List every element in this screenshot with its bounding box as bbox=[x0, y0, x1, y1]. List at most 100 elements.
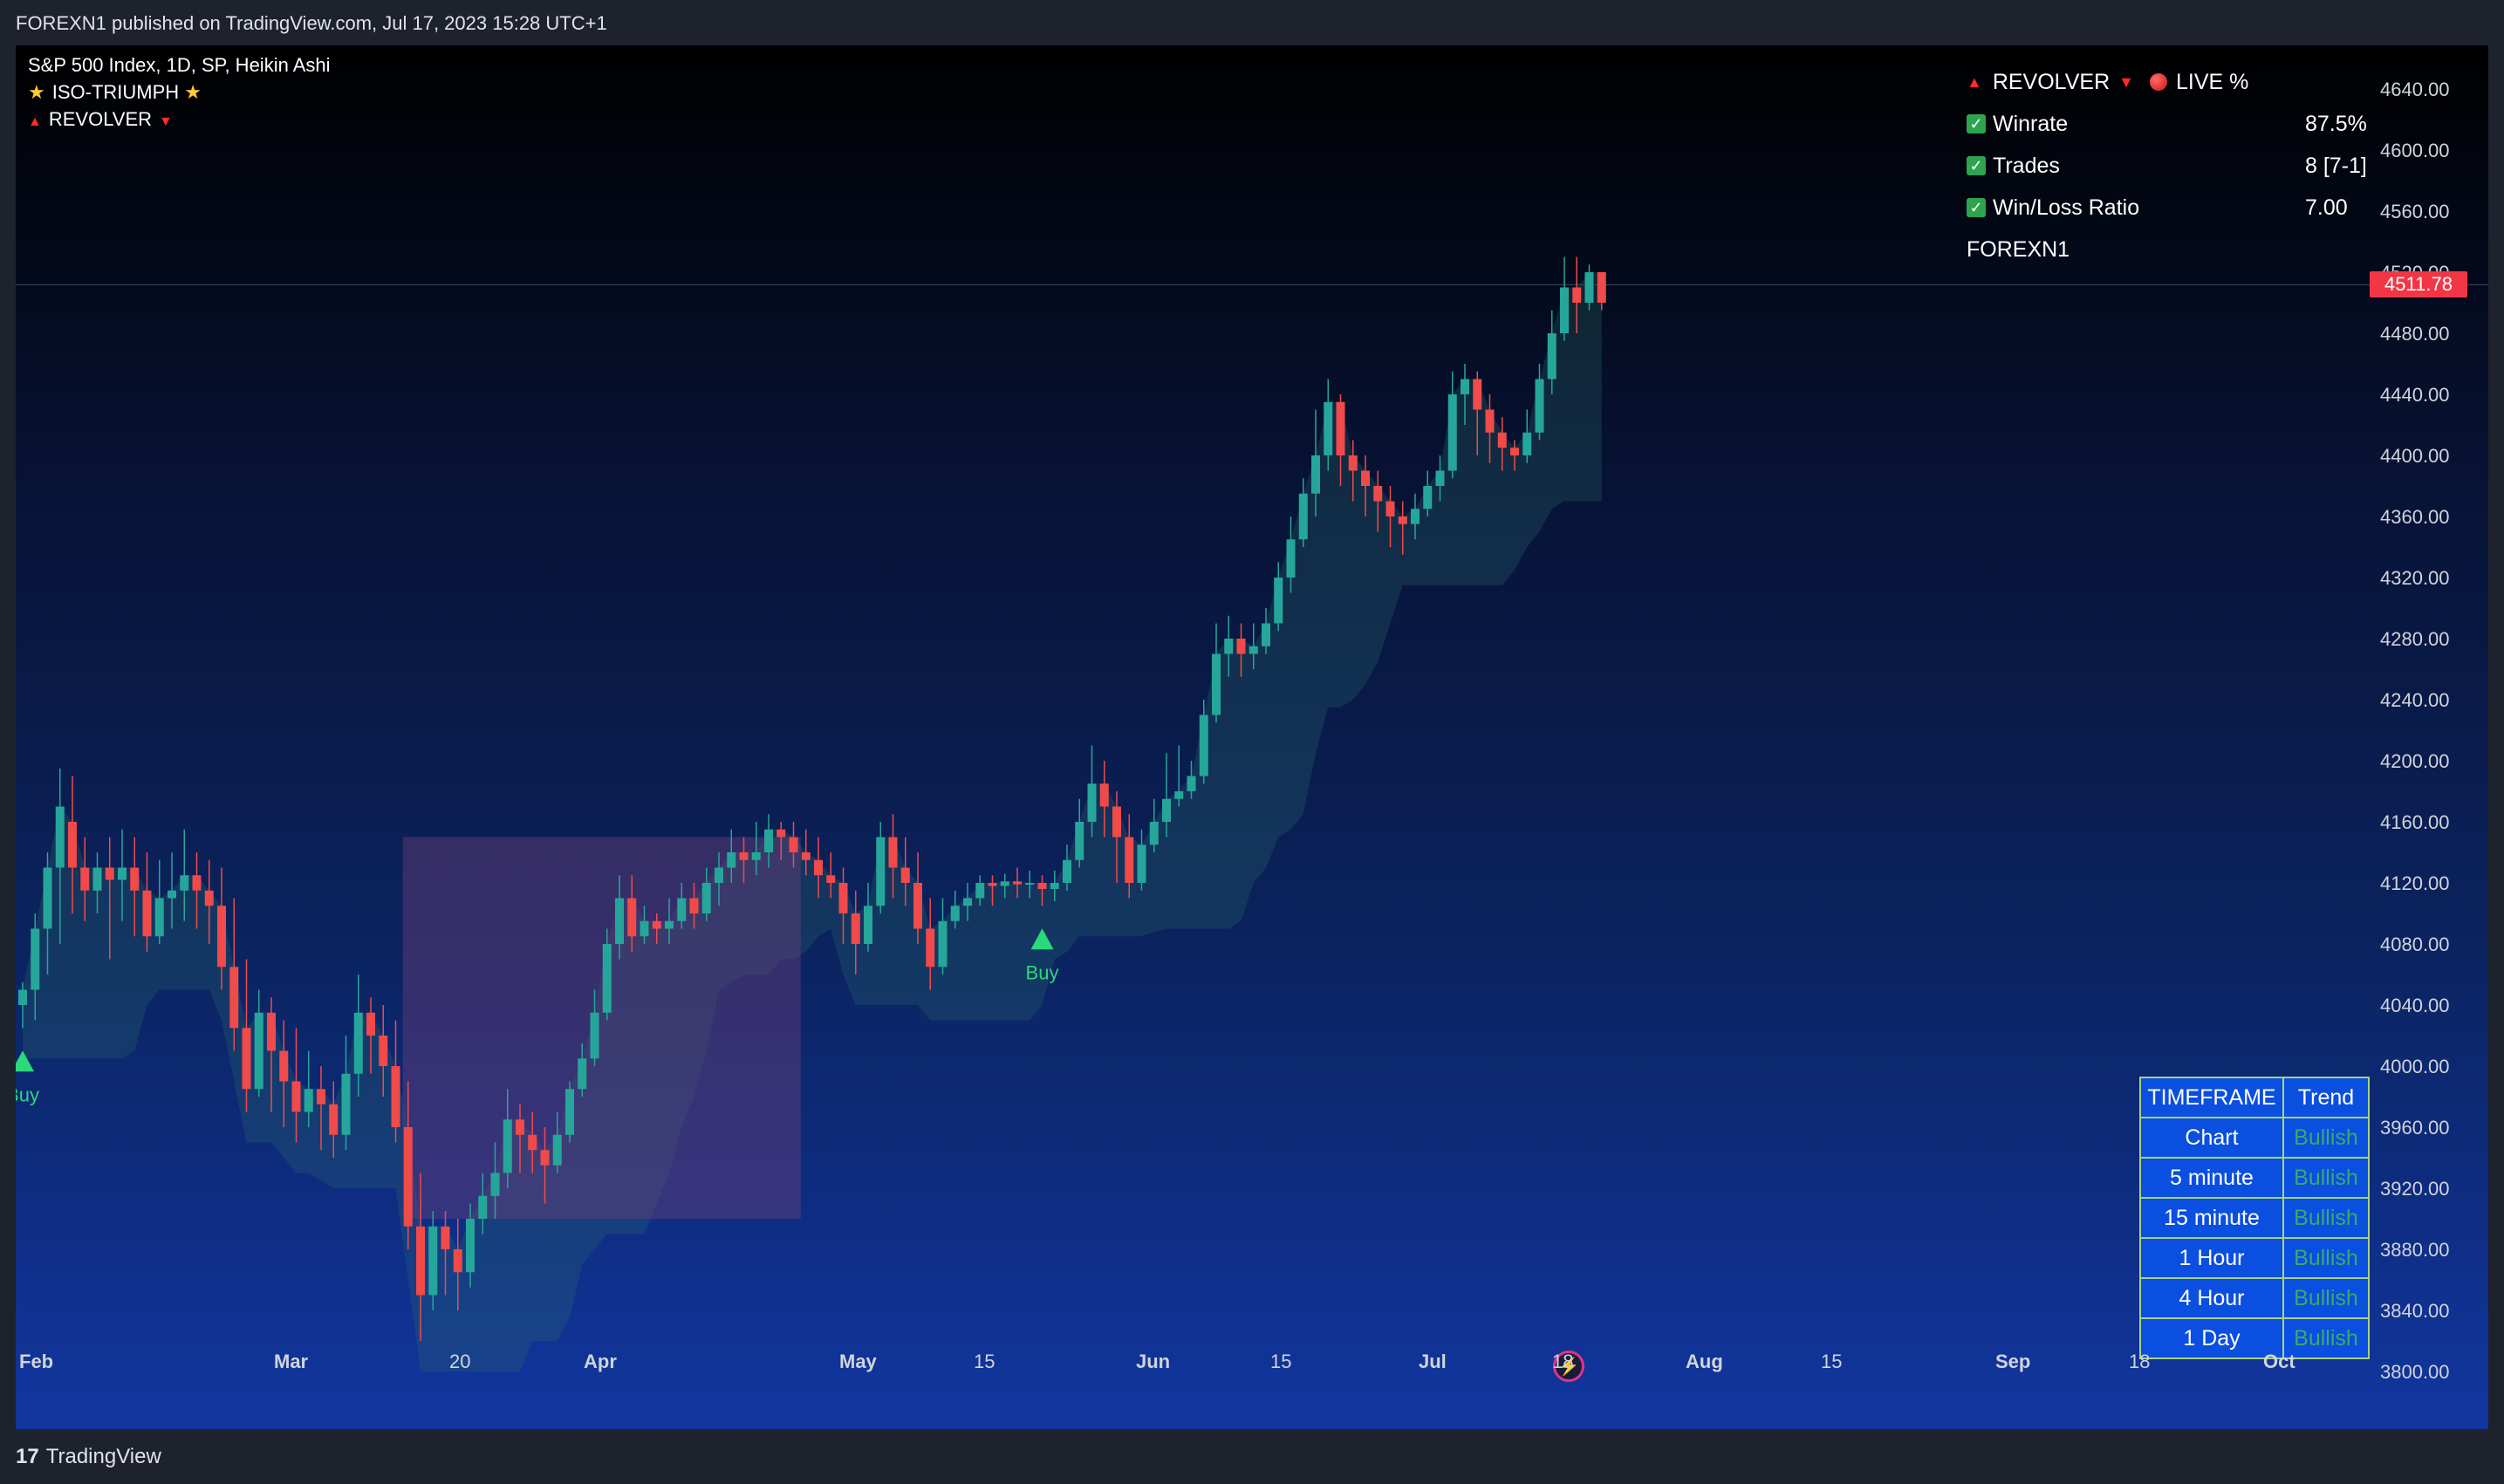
candle-down bbox=[739, 852, 749, 860]
candle-down bbox=[1373, 486, 1383, 502]
candle-up bbox=[701, 883, 711, 913]
stats-label: Win/Loss Ratio bbox=[1993, 195, 2140, 220]
candle-down bbox=[403, 1127, 413, 1227]
price-tick-label: 4080.00 bbox=[2380, 933, 2450, 955]
time-tick-label: Apr bbox=[584, 1351, 617, 1372]
candle-up bbox=[1324, 401, 1333, 455]
support-cloud bbox=[23, 272, 1602, 1371]
timeframe-cell: 1 Hour bbox=[2139, 1237, 2284, 1279]
stats-row-trades: ✓ Trades 8 [7-1] bbox=[1967, 145, 2385, 187]
price-tick-label: 3920.00 bbox=[2380, 1178, 2450, 1200]
candle-up bbox=[1547, 333, 1556, 380]
candle-up bbox=[1224, 639, 1234, 654]
live-label: LIVE % bbox=[2175, 69, 2249, 94]
candle-up bbox=[168, 890, 176, 899]
candle-down bbox=[242, 1028, 251, 1090]
candle-down bbox=[229, 967, 239, 1029]
tradingview-logo[interactable]: 17 TradingView bbox=[16, 1445, 161, 1469]
candle-up bbox=[503, 1119, 512, 1173]
candle-up bbox=[578, 1058, 587, 1090]
candle-down bbox=[627, 898, 637, 937]
trend-cell: Bullish bbox=[2282, 1157, 2370, 1199]
candle-up bbox=[565, 1089, 574, 1135]
candle-down bbox=[105, 867, 114, 880]
stats-value: 8 [7-1] bbox=[2305, 153, 2367, 178]
timeframe-cell: 15 minute bbox=[2139, 1197, 2284, 1239]
tv-logo-icon: 17 bbox=[16, 1444, 39, 1468]
candle-down bbox=[217, 906, 226, 968]
price-tick-label: 4400.00 bbox=[2380, 445, 2450, 467]
candle-down bbox=[1336, 401, 1345, 455]
candle-down bbox=[68, 822, 77, 868]
candle-down bbox=[988, 883, 997, 886]
candle-down bbox=[913, 883, 922, 929]
candle-up bbox=[1411, 509, 1420, 524]
candle-down bbox=[1398, 516, 1407, 524]
publish-header: FOREXN1 published on TradingView.com, Ju… bbox=[0, 0, 2504, 47]
stats-value: 7.00 bbox=[2305, 195, 2348, 220]
trend-table-row: Chart Bullish bbox=[2139, 1117, 2370, 1159]
time-tick-label: Aug bbox=[1686, 1351, 1723, 1372]
candle-up bbox=[975, 883, 985, 899]
triangle-up-icon: ▲ bbox=[28, 114, 42, 129]
candle-up bbox=[751, 852, 761, 860]
candle-down bbox=[1013, 881, 1022, 885]
candle-down bbox=[814, 859, 823, 876]
trend-table: TIMEFRAME Trend Chart Bullish 5 minute Bul… bbox=[2139, 1077, 2370, 1359]
candle-down bbox=[317, 1089, 325, 1104]
candle-down bbox=[1497, 432, 1507, 448]
indicator-legend-revolver[interactable]: ▲ REVOLVER ▼ bbox=[28, 108, 180, 131]
candle-up bbox=[1262, 623, 1270, 646]
timeframe-cell: 1 Day bbox=[2139, 1317, 2284, 1359]
price-tick-label: 4000.00 bbox=[2380, 1056, 2450, 1077]
trend-table-row: 1 Day Bullish bbox=[2139, 1317, 2370, 1359]
candle-up bbox=[1447, 394, 1457, 471]
candle-down bbox=[80, 867, 90, 891]
time-tick-label: Oct bbox=[2263, 1351, 2295, 1372]
candle-up bbox=[304, 1089, 313, 1112]
candle-up bbox=[1298, 493, 1308, 540]
candle-up bbox=[1286, 539, 1296, 578]
candle-up bbox=[552, 1134, 562, 1166]
iso-triumph-label: ISO-TRIUMPH bbox=[51, 81, 180, 103]
trend-cell: Bullish bbox=[2282, 1277, 2370, 1319]
candle-down bbox=[379, 1036, 388, 1066]
candle-up bbox=[727, 852, 736, 868]
time-tick-label: Sep bbox=[1995, 1351, 2031, 1372]
candle-up bbox=[1087, 783, 1097, 822]
candle-down bbox=[130, 867, 140, 891]
triangle-up-icon: ▲ bbox=[1967, 72, 1982, 91]
star-icon: ★ bbox=[28, 81, 45, 103]
candle-up bbox=[154, 898, 164, 937]
candle-up bbox=[1174, 791, 1184, 799]
price-tick-label: 3840.00 bbox=[2380, 1300, 2450, 1322]
published-text: FOREXN1 published on TradingView.com, Ju… bbox=[16, 12, 607, 34]
candle-up bbox=[602, 944, 612, 1013]
candle-up bbox=[1025, 883, 1035, 885]
candle-down bbox=[838, 883, 848, 913]
candle-down bbox=[142, 890, 152, 937]
indicator-legend-iso-triumph[interactable]: ★ ISO-TRIUMPH ★ bbox=[28, 81, 209, 104]
revolver-stats-panel: ▲ REVOLVER ▼ LIVE % ✓ Winrate 87.5% ✓ Trad… bbox=[1967, 61, 2385, 270]
stats-label: Trades bbox=[1993, 153, 2060, 178]
candle-up bbox=[353, 1012, 363, 1074]
candle-down bbox=[329, 1104, 339, 1135]
price-tick-label: 4200.00 bbox=[2380, 750, 2450, 772]
price-tick-label: 4640.00 bbox=[2380, 79, 2450, 100]
triangle-down-icon: ▼ bbox=[159, 114, 173, 129]
price-tick-label: 4320.00 bbox=[2380, 567, 2450, 589]
candle-up bbox=[715, 867, 723, 883]
candle-down bbox=[416, 1226, 425, 1296]
candle-up bbox=[1149, 822, 1159, 845]
candle-down bbox=[366, 1012, 375, 1036]
chart-area[interactable]: Buy Buy S&P 500 Index, 1D, SP, Heikin Ash… bbox=[16, 45, 2488, 1429]
candle-up bbox=[1199, 715, 1208, 776]
stats-author-row: FOREXN1 bbox=[1967, 229, 2385, 270]
trend-table-header: TIMEFRAME Trend bbox=[2139, 1077, 2370, 1118]
timeframe-cell: Chart bbox=[2139, 1117, 2284, 1159]
candle-down bbox=[192, 875, 202, 891]
symbol-legend[interactable]: S&P 500 Index, 1D, SP, Heikin Ashi bbox=[28, 54, 331, 77]
candle-up bbox=[180, 875, 189, 891]
price-tick-label: 4600.00 bbox=[2380, 140, 2450, 161]
candle-up bbox=[1435, 470, 1445, 486]
